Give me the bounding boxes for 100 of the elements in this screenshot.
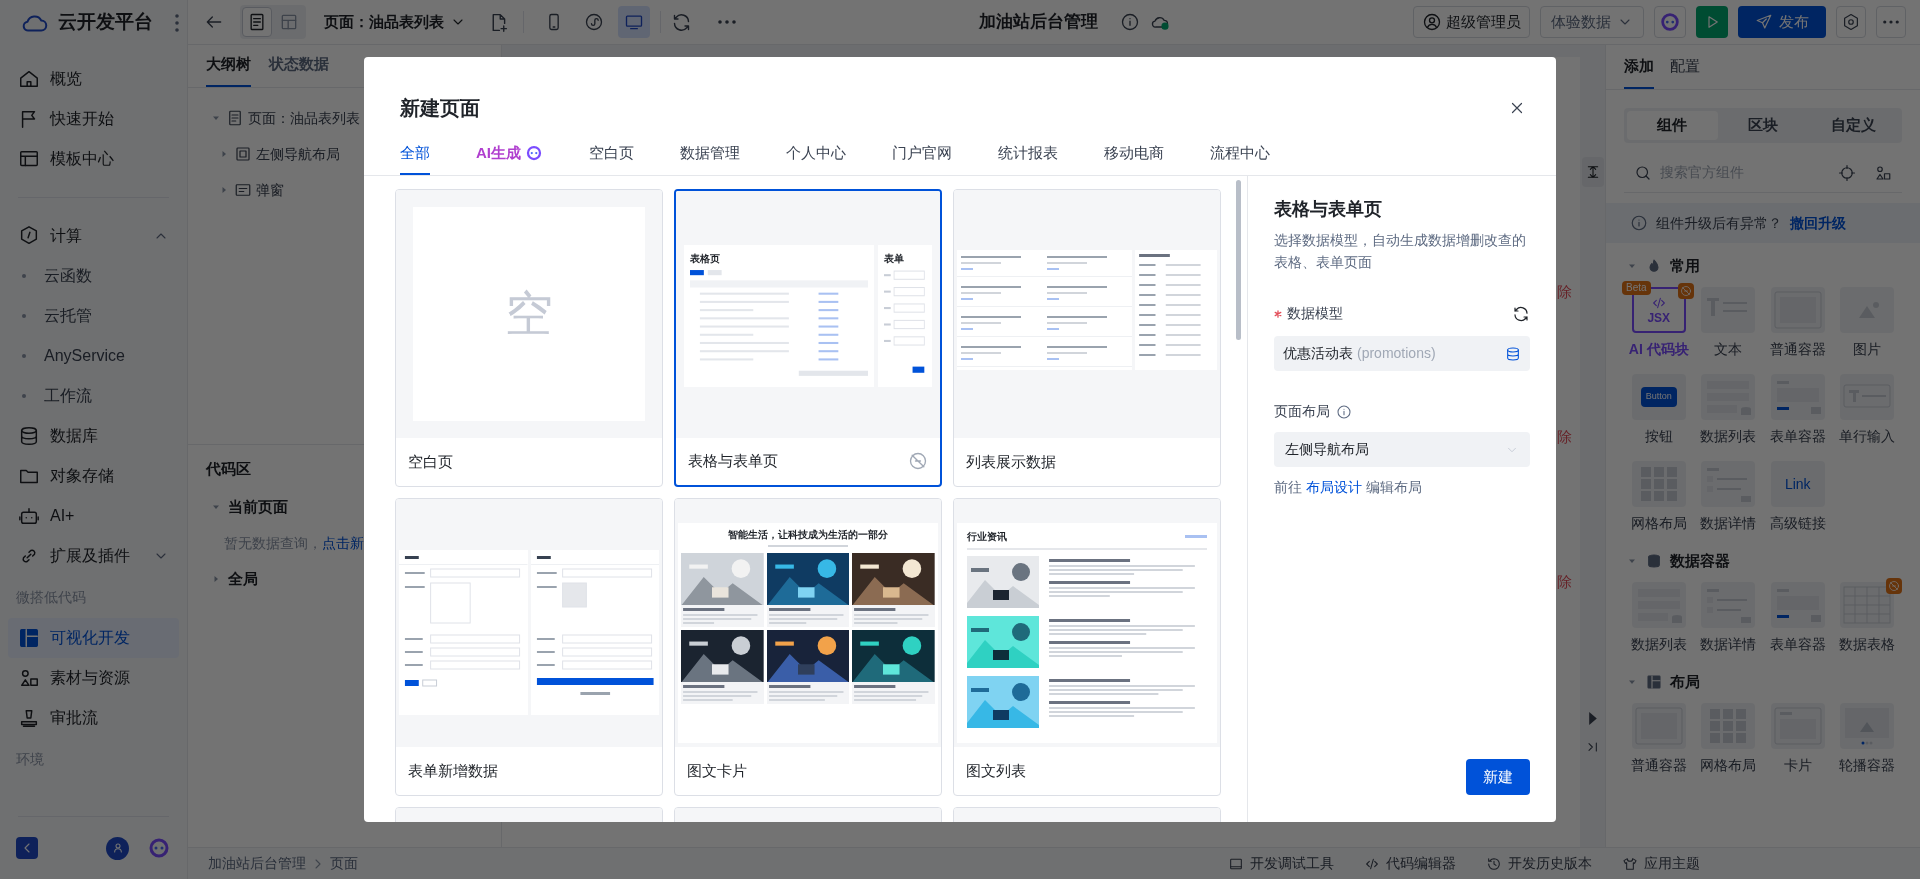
segment-tab[interactable]: 自定义 xyxy=(1808,111,1899,140)
component-label[interactable]: 网格布局 xyxy=(1630,513,1687,534)
nav-item[interactable]: 素材与资源 xyxy=(8,658,179,698)
create-link[interactable]: 点击新 xyxy=(322,532,364,554)
component-label[interactable]: 轮播容器 xyxy=(1839,755,1896,776)
component-label[interactable]: 数据列表 xyxy=(1700,426,1757,447)
breadcrumb-item[interactable]: 加油站后台管理 xyxy=(208,853,306,874)
category-tab[interactable]: 门户官网 xyxy=(892,133,952,175)
panel-tab[interactable]: 配置 xyxy=(1670,54,1700,89)
component-label[interactable]: 网格布局 xyxy=(1700,755,1757,776)
nav-item[interactable]: AI+ xyxy=(8,496,179,536)
more-button[interactable] xyxy=(1876,6,1906,38)
tool-button[interactable]: 开发调试工具 xyxy=(1228,853,1334,874)
section-title[interactable]: 布局 xyxy=(1670,670,1700,694)
scrollbar-thumb[interactable] xyxy=(1236,180,1241,340)
panel-tab[interactable]: 添加 xyxy=(1624,54,1654,89)
template-card[interactable]: 表格页 表单 表格与表单页 xyxy=(674,189,942,487)
tree-node[interactable]: 左侧导航布局 xyxy=(234,143,340,165)
nav-subitem[interactable]: 云托管 xyxy=(22,296,187,336)
device-toggle[interactable] xyxy=(618,6,650,38)
component-label[interactable]: 按钮 xyxy=(1644,426,1673,447)
bullet-icon xyxy=(22,274,26,278)
nav-group[interactable]: 计算 xyxy=(8,216,179,256)
nav-item[interactable]: 可视化开发 xyxy=(8,618,179,658)
create-button[interactable]: 新建 xyxy=(1466,759,1530,795)
category-tab[interactable]: 流程中心 xyxy=(1210,133,1270,175)
publish-button[interactable]: 发布 xyxy=(1738,6,1826,38)
nav-subitem[interactable]: 工作流 xyxy=(22,376,187,416)
more-button[interactable] xyxy=(175,13,179,32)
component-label[interactable]: 普通容器 xyxy=(1769,339,1826,360)
template-card[interactable]: 智能生活，让科技成为生活的一部分 图文卡片 xyxy=(674,498,942,796)
resize-button[interactable] xyxy=(1581,157,1604,187)
list-component-icon xyxy=(1631,582,1686,628)
component-label[interactable]: 卡片 xyxy=(1783,755,1812,776)
delete-link[interactable]: 除 xyxy=(1557,571,1572,594)
settings-button[interactable] xyxy=(1836,6,1866,38)
component-label[interactable]: 表单容器 xyxy=(1769,634,1826,655)
category-tab[interactable]: AI生成 xyxy=(476,133,543,175)
component-label[interactable]: 高级链接 xyxy=(1769,513,1826,534)
nav-group[interactable]: 扩展及插件 xyxy=(8,536,179,576)
component-label[interactable]: 数据表格 xyxy=(1839,634,1896,655)
search-icon xyxy=(1634,163,1652,182)
component-label[interactable]: 数据列表 xyxy=(1630,634,1687,655)
revert-link[interactable]: 撤回升级 xyxy=(1790,212,1846,234)
category-tab[interactable]: 个人中心 xyxy=(786,133,846,175)
nav-subitem[interactable]: 云函数 xyxy=(22,256,187,296)
segment-tab[interactable]: 组件 xyxy=(1627,111,1718,140)
segment-tab[interactable]: 区块 xyxy=(1717,111,1809,140)
data-model-field[interactable]: 优惠活动表 (promotions) xyxy=(1274,336,1530,371)
section-header[interactable]: 全局 xyxy=(228,567,258,591)
tree-node[interactable]: 页面：油品表列表 xyxy=(226,107,360,129)
section-title[interactable]: 数据容器 xyxy=(1670,549,1730,573)
view-toggle[interactable] xyxy=(242,7,272,37)
breadcrumb-item[interactable]: 页面 xyxy=(330,853,358,874)
panel-tab[interactable]: 大纲树 xyxy=(206,52,251,87)
template-card[interactable]: 行业资讯 图文列表 xyxy=(953,498,1221,796)
component-label[interactable]: 单行输入 xyxy=(1839,426,1896,447)
nav-item[interactable]: 审批流 xyxy=(8,698,179,738)
section-title[interactable]: 常用 xyxy=(1670,254,1700,278)
more-button[interactable] xyxy=(718,20,736,24)
component-label[interactable]: 数据详情 xyxy=(1700,513,1757,534)
ai-button[interactable] xyxy=(1654,6,1686,38)
page-selector[interactable]: 页面：油品表列表 xyxy=(324,10,466,34)
tool-button[interactable]: 代码编辑器 xyxy=(1364,853,1456,874)
component-label[interactable]: 文本 xyxy=(1714,339,1743,360)
component-label[interactable]: 普通容器 xyxy=(1630,755,1687,776)
category-tab[interactable]: 全部 xyxy=(400,133,430,175)
nav-item[interactable]: 模板中心 xyxy=(8,139,179,179)
nav-item[interactable]: 对象存储 xyxy=(8,456,179,496)
delete-link[interactable]: 除 xyxy=(1557,281,1572,304)
category-tab[interactable]: 空白页 xyxy=(589,133,634,175)
user-avatar[interactable] xyxy=(106,836,129,860)
layout-design-link[interactable]: 布局设计 xyxy=(1305,479,1362,495)
panel-tab[interactable]: 状态数据 xyxy=(269,52,329,87)
tool-button[interactable]: 应用主题 xyxy=(1622,853,1700,874)
component-label[interactable]: 数据详情 xyxy=(1700,634,1757,655)
nav-subitem[interactable]: AnyService xyxy=(22,336,187,376)
layout-select[interactable]: 左侧导航布局 xyxy=(1274,432,1530,467)
refresh-button[interactable] xyxy=(1512,304,1530,323)
template-card[interactable]: 列表展示数据 xyxy=(953,189,1221,487)
run-button[interactable] xyxy=(1696,6,1728,38)
nav-item[interactable]: 数据库 xyxy=(8,416,179,456)
data-mode-select[interactable]: 体验数据 xyxy=(1540,6,1644,38)
nav-item[interactable]: 快速开始 xyxy=(8,99,179,139)
component-label[interactable]: AI 代码块 xyxy=(1628,339,1689,360)
tool-button[interactable]: 开发历史版本 xyxy=(1486,853,1592,874)
component-label[interactable]: 图片 xyxy=(1853,339,1882,360)
category-tab[interactable]: 统计报表 xyxy=(998,133,1058,175)
ai-assistant-button[interactable] xyxy=(147,836,171,860)
nav-item[interactable]: 概览 xyxy=(8,59,179,99)
collapse-button[interactable] xyxy=(16,837,38,859)
user-button[interactable]: 超级管理员 xyxy=(1413,6,1530,38)
category-tab[interactable]: 移动电商 xyxy=(1104,133,1164,175)
template-card[interactable]: 空 空白页 xyxy=(395,189,663,487)
component-label[interactable]: 表单容器 xyxy=(1769,426,1826,447)
delete-link[interactable]: 除 xyxy=(1557,426,1572,449)
template-card[interactable]: 表单新增数据 xyxy=(395,498,663,796)
tree-node[interactable]: 弹窗 xyxy=(234,179,284,201)
category-tab[interactable]: 数据管理 xyxy=(680,133,740,175)
section-header[interactable]: 当前页面 xyxy=(228,495,288,519)
